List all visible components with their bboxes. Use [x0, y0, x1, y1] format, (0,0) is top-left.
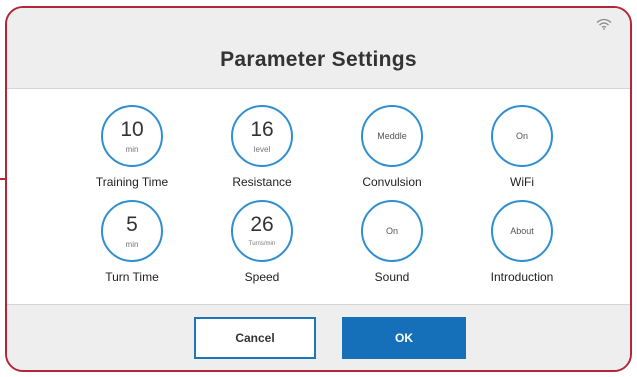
resistance-unit: level [253, 144, 271, 154]
resistance-label: Resistance [232, 175, 292, 189]
parameter-panel: 10 min Training Time 16 level Resistance… [7, 89, 630, 304]
turn-time-unit: min [125, 239, 139, 249]
wifi-label: WiFi [510, 175, 534, 189]
param-training-time[interactable]: 10 min Training Time [67, 105, 197, 200]
wifi-state: On [515, 131, 528, 141]
convulsion-state: Meddle [377, 131, 407, 141]
training-time-dial[interactable]: 10 min [101, 105, 163, 167]
wifi-signal-icon [596, 18, 612, 30]
cancel-button[interactable]: Cancel [194, 317, 316, 359]
param-wifi[interactable]: On WiFi [457, 105, 587, 200]
resistance-dial[interactable]: 16 level [231, 105, 293, 167]
speed-dial[interactable]: 26 Turns/min [231, 200, 293, 262]
footer-bar: Cancel OK [7, 304, 630, 370]
sound-state: On [385, 226, 398, 236]
param-speed[interactable]: 26 Turns/min Speed [197, 200, 327, 295]
training-time-value: 10 [120, 117, 144, 141]
param-convulsion[interactable]: Meddle Convulsion [327, 105, 457, 200]
param-sound[interactable]: On Sound [327, 200, 457, 295]
param-introduction[interactable]: About Introduction [457, 200, 587, 295]
resistance-value: 16 [250, 117, 274, 141]
sound-toggle[interactable]: On [361, 200, 423, 262]
turn-time-value: 5 [126, 212, 138, 236]
turn-time-label: Turn Time [105, 270, 159, 284]
about-state: About [510, 226, 534, 236]
page-title: Parameter Settings [220, 48, 417, 71]
speed-unit: Turns/min [248, 240, 276, 247]
param-turn-time[interactable]: 5 min Turn Time [67, 200, 197, 295]
training-time-label: Training Time [95, 175, 169, 189]
wifi-toggle[interactable]: On [491, 105, 553, 167]
convulsion-label: Convulsion [362, 175, 422, 189]
turn-time-dial[interactable]: 5 min [101, 200, 163, 262]
training-time-unit: min [125, 144, 139, 154]
speed-value: 26 [250, 212, 274, 236]
parameter-grid: 10 min Training Time 16 level Resistance… [67, 105, 587, 295]
speed-label: Speed [244, 270, 280, 284]
param-resistance[interactable]: 16 level Resistance [197, 105, 327, 200]
sound-label: Sound [374, 270, 410, 284]
ok-button[interactable]: OK [342, 317, 466, 359]
introduction-label: Introduction [490, 270, 554, 284]
device-screen: Parameter Settings 10 min Training Time … [5, 6, 632, 372]
convulsion-dial[interactable]: Meddle [361, 105, 423, 167]
header-bar: Parameter Settings [7, 8, 630, 89]
about-button[interactable]: About [491, 200, 553, 262]
